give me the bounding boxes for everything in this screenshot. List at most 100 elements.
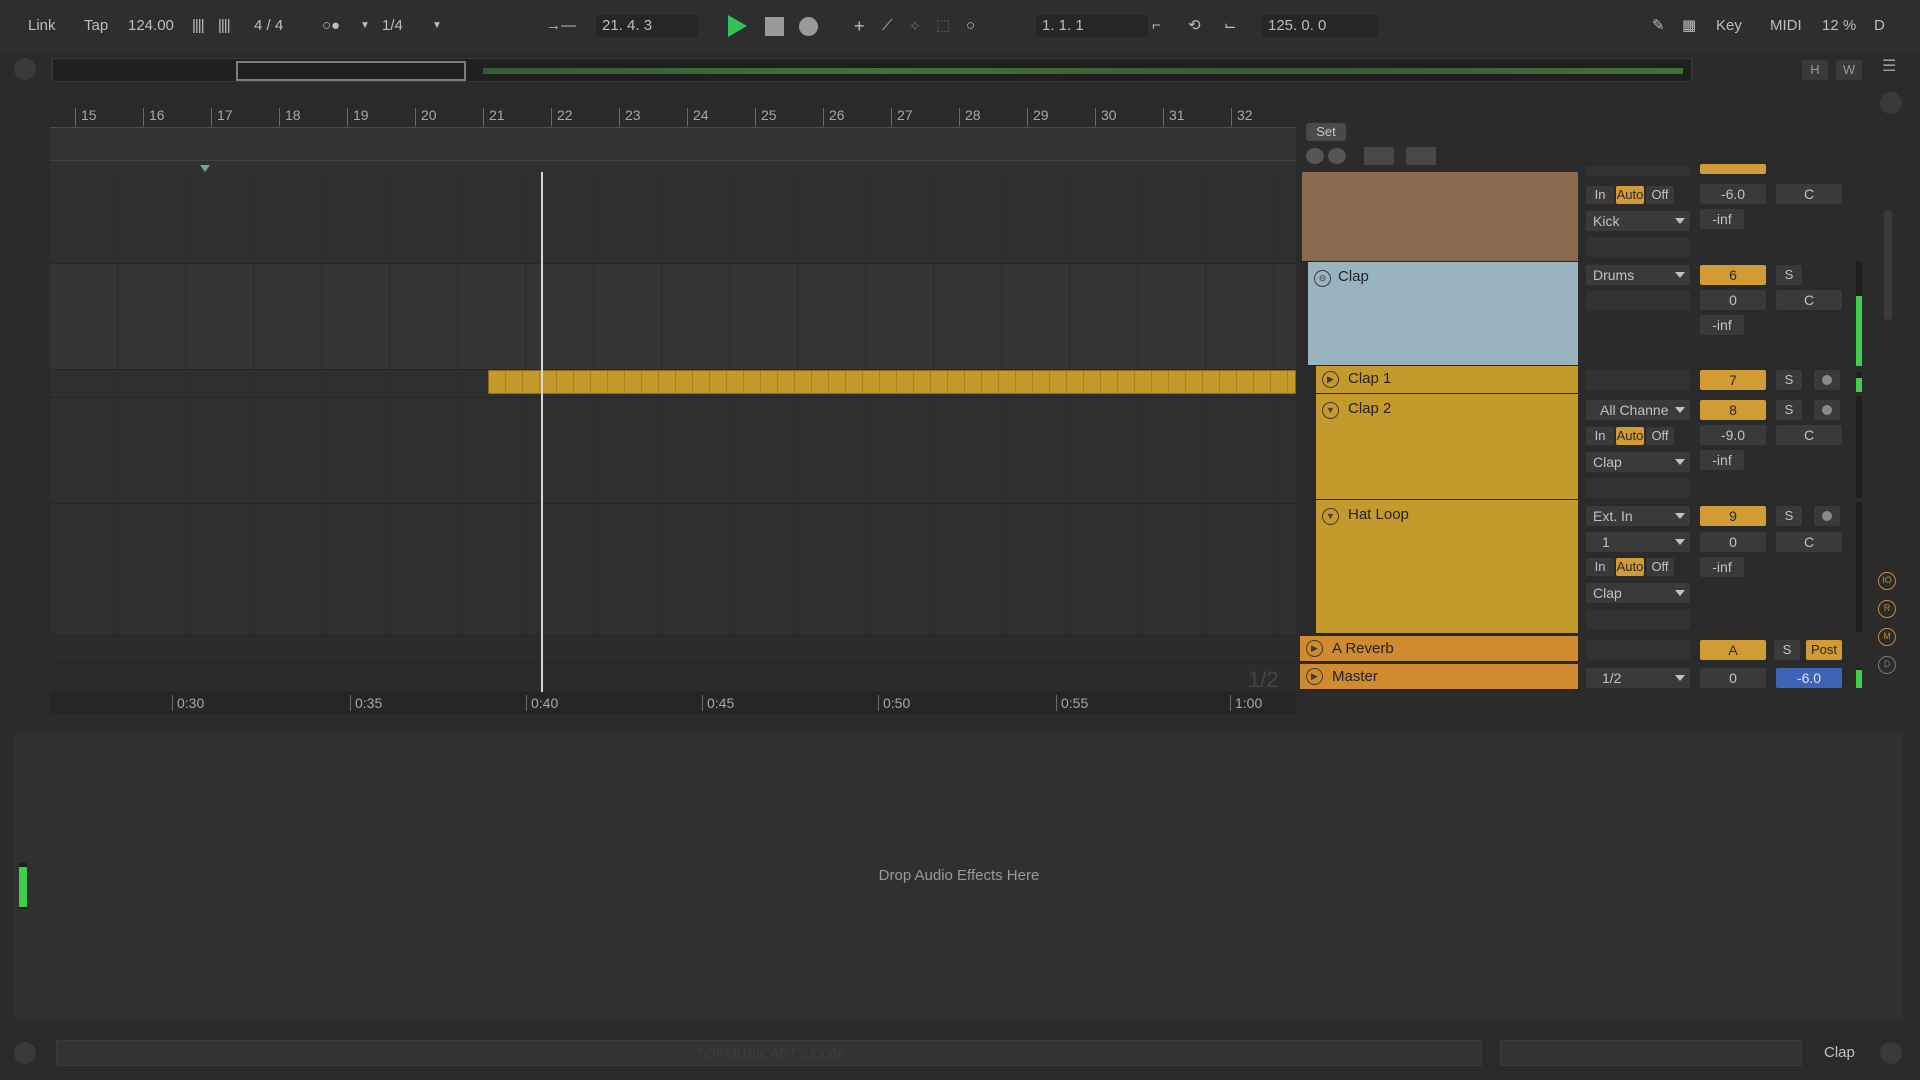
pan-field[interactable]: C xyxy=(1776,184,1842,204)
time-signature-field[interactable]: 4 / 4 xyxy=(254,15,283,37)
monitor-in[interactable]: In xyxy=(1586,427,1614,445)
pan-field[interactable]: C xyxy=(1776,290,1842,310)
zoom-to-fit-icon[interactable] xyxy=(1364,147,1394,165)
stop-button[interactable] xyxy=(765,17,784,36)
output-dropdown[interactable]: Clap xyxy=(1586,452,1690,472)
volume-field[interactable]: 0 xyxy=(1700,290,1766,310)
metronome-dropdown-icon[interactable]: ▼ xyxy=(360,15,370,37)
key-map-button[interactable]: Key xyxy=(1716,15,1742,37)
overview-w-button[interactable]: W xyxy=(1836,60,1862,80)
send-field[interactable]: -inf xyxy=(1700,557,1744,577)
solo-button[interactable]: S xyxy=(1774,640,1800,660)
volume-field[interactable]: 0 xyxy=(1700,668,1766,688)
monitor-switch[interactable]: In Auto Off xyxy=(1586,186,1676,204)
track-lane-kick[interactable] xyxy=(50,172,1296,264)
output-dropdown[interactable]: Kick xyxy=(1586,211,1690,231)
re-enable-automation-icon[interactable]: ⟡ xyxy=(910,15,920,37)
track-lane-a-reverb[interactable] xyxy=(50,636,1296,664)
master-track[interactable]: ▶ Master xyxy=(1300,664,1578,690)
send-field[interactable]: -inf xyxy=(1700,315,1744,335)
output-channel-dropdown[interactable] xyxy=(1586,609,1690,629)
send-field[interactable]: -inf xyxy=(1700,450,1744,470)
monitor-in[interactable]: In xyxy=(1586,186,1614,204)
pan-field[interactable]: C xyxy=(1776,425,1842,445)
track-lane-master[interactable] xyxy=(50,664,1296,692)
overview-h-button[interactable]: H xyxy=(1802,60,1828,80)
output-dropdown[interactable]: Clap xyxy=(1586,583,1690,603)
delay-toggle-button[interactable]: D xyxy=(1878,656,1896,674)
link-button[interactable]: Link xyxy=(28,15,56,37)
pan-field[interactable]: C xyxy=(1776,532,1842,552)
previous-locator-icon[interactable] xyxy=(1306,148,1324,164)
input-type-dropdown[interactable]: All Channe xyxy=(1586,400,1690,420)
menu-icon[interactable]: ☰ xyxy=(1882,58,1902,76)
arrangement-overview[interactable] xyxy=(52,58,1692,82)
mixer-toggle-button[interactable]: M xyxy=(1878,628,1896,646)
pre-post-toggle[interactable]: Post xyxy=(1806,640,1842,660)
input-type-dropdown[interactable]: Ext. In xyxy=(1586,506,1690,526)
send-field[interactable]: -inf xyxy=(1700,209,1744,229)
group-fold-icon[interactable]: ⊖ xyxy=(1314,270,1331,287)
next-locator-icon[interactable] xyxy=(1328,148,1346,164)
arm-record-button[interactable] xyxy=(1814,506,1840,526)
track-header-clap[interactable]: ⊖ Clap xyxy=(1308,262,1578,366)
output-dropdown[interactable]: Drums xyxy=(1586,265,1690,285)
track-activator[interactable]: 9 xyxy=(1700,506,1766,526)
volume-field[interactable]: -9.0 xyxy=(1700,425,1766,445)
tempo-field[interactable]: 124.00 xyxy=(128,15,174,37)
computer-keyboard-icon[interactable]: ▦ xyxy=(1682,15,1696,37)
monitor-switch[interactable]: In Auto Off xyxy=(1586,558,1676,576)
returns-toggle-button[interactable]: R xyxy=(1878,600,1896,618)
device-view[interactable]: Drop Audio Effects Here xyxy=(12,732,1904,1020)
quantization-dropdown-icon[interactable]: ▼ xyxy=(432,15,442,37)
track-header-kick[interactable] xyxy=(1302,172,1578,262)
track-activator[interactable]: 7 xyxy=(1700,370,1766,390)
punch-out-icon[interactable]: ⌙ xyxy=(1224,15,1237,37)
quantization-field[interactable]: 1/4 xyxy=(382,15,403,37)
nudge-up-icon[interactable]: |||| xyxy=(218,15,231,37)
overview-toggle-icon[interactable] xyxy=(14,58,36,80)
record-button[interactable] xyxy=(799,17,818,36)
input-dropdown[interactable] xyxy=(1586,370,1690,390)
solo-button[interactable]: S xyxy=(1776,506,1802,526)
track-fold-icon[interactable]: ▶ xyxy=(1306,640,1323,657)
solo-button[interactable]: S xyxy=(1776,370,1802,390)
output-channel-dropdown[interactable] xyxy=(1586,291,1690,311)
track-fold-icon[interactable]: ▶ xyxy=(1306,668,1323,685)
monitor-off[interactable]: Off xyxy=(1646,186,1674,204)
overdub-icon[interactable]: + xyxy=(854,15,865,37)
track-activator[interactable]: A xyxy=(1700,640,1766,660)
monitor-auto[interactable]: Auto xyxy=(1616,558,1644,576)
lock-envelopes-icon[interactable] xyxy=(1406,147,1436,165)
monitor-auto[interactable]: Auto xyxy=(1616,427,1644,445)
time-ruler[interactable]: 0:30 0:35 0:40 0:45 0:50 0:55 1:00 xyxy=(50,692,1296,714)
output-dropdown[interactable] xyxy=(1586,640,1690,660)
volume-field[interactable]: 0 xyxy=(1700,532,1766,552)
arm-record-button[interactable] xyxy=(1814,370,1840,390)
track-fold-icon[interactable]: ▼ xyxy=(1322,402,1339,419)
loop-start-field[interactable]: 1. 1. 1 xyxy=(1036,15,1148,37)
vertical-scrollbar[interactable] xyxy=(1884,210,1892,320)
return-track-a-reverb[interactable]: ▶ A Reverb xyxy=(1300,636,1578,662)
overview-selection[interactable] xyxy=(236,61,466,81)
loop-length-field[interactable]: 125. 0. 0 xyxy=(1262,15,1378,37)
track-header-hat-loop[interactable]: ▼ Hat Loop xyxy=(1316,500,1578,634)
solo-button[interactable]: S xyxy=(1776,400,1802,420)
capture-icon[interactable]: ⬚ xyxy=(936,15,950,37)
locator-row[interactable] xyxy=(50,129,1296,172)
draw-mode-icon[interactable]: ✎ xyxy=(1652,15,1665,37)
monitor-auto[interactable]: Auto xyxy=(1616,186,1644,204)
input-channel-dropdown[interactable]: 1 xyxy=(1586,532,1690,552)
punch-in-icon[interactable]: ⌐ xyxy=(1152,15,1161,37)
loop-switch-icon[interactable]: ⟲ xyxy=(1188,15,1201,37)
tap-tempo-button[interactable]: Tap xyxy=(84,15,108,37)
output-channel-dropdown[interactable] xyxy=(1586,478,1690,498)
track-activator[interactable]: 8 xyxy=(1700,400,1766,420)
loop-marker-icon[interactable] xyxy=(200,165,210,172)
track-activator[interactable]: 6 xyxy=(1700,265,1766,285)
song-position-field[interactable]: 21. 4. 3 xyxy=(596,15,698,37)
arm-record-button[interactable] xyxy=(1814,400,1840,420)
track-header-clap-1[interactable]: ▶ Clap 1 xyxy=(1316,366,1578,394)
track-fold-icon[interactable]: ▶ xyxy=(1322,371,1339,388)
monitor-off[interactable]: Off xyxy=(1646,427,1674,445)
